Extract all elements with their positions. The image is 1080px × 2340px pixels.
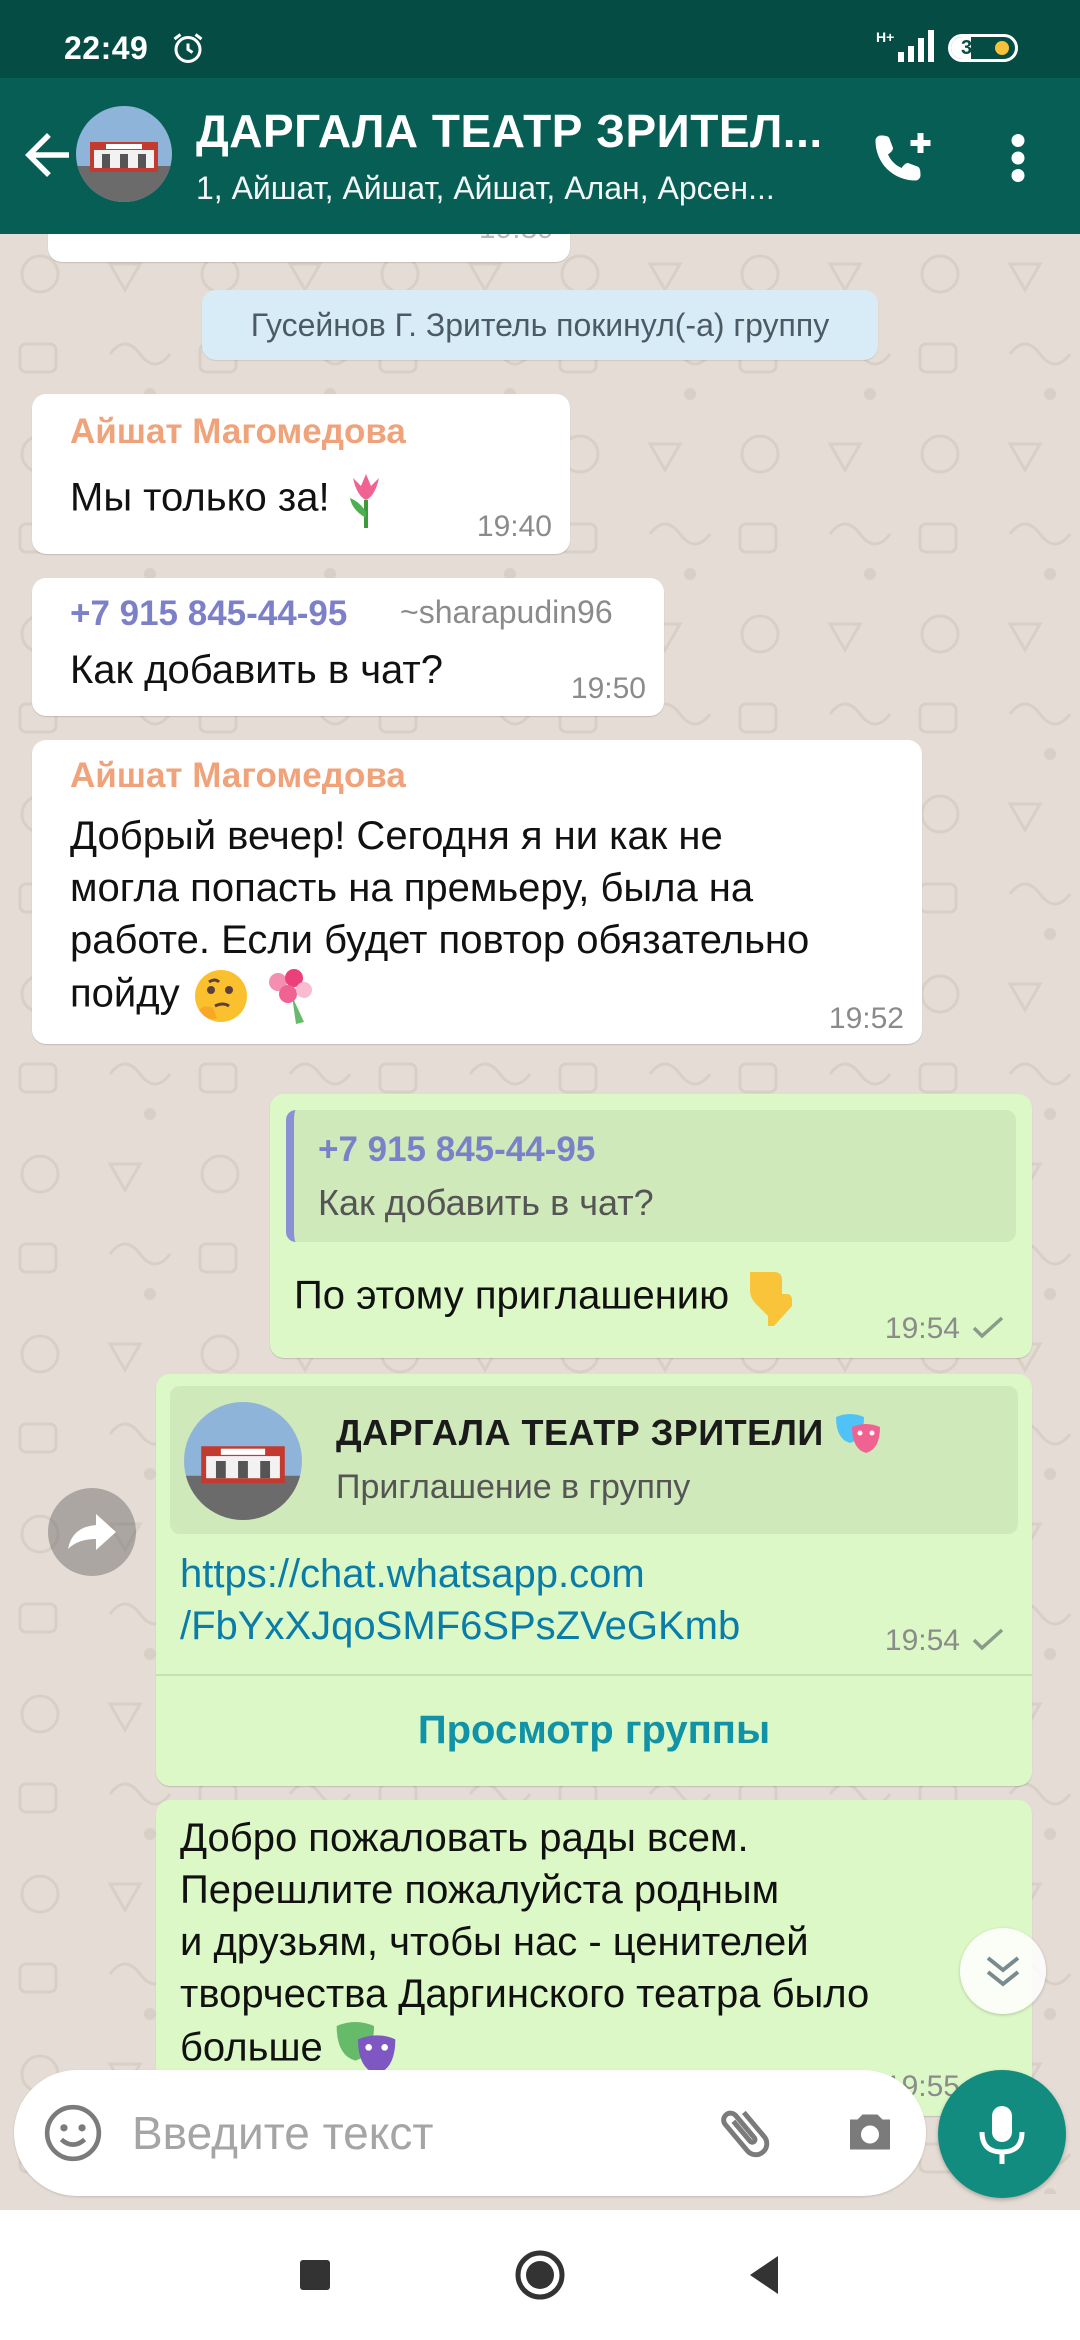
message-time: 19:40 — [476, 510, 552, 543]
status-bar: 22:49 H+ 32 — [0, 0, 1080, 78]
message-text: Мы только за! — [70, 475, 330, 520]
pointing-down-icon — [750, 1272, 793, 1326]
message-time: 19:39 — [479, 234, 554, 246]
message-sender[interactable]: Айшат Магомедова — [70, 756, 406, 796]
arrow-back-icon[interactable] — [14, 122, 80, 188]
group-title[interactable]: ДАРГАЛА ТЕАТР ЗРИТЕЛ... — [196, 104, 836, 158]
message-line: творчества Даргинского театра было — [180, 1972, 870, 2016]
forward-button[interactable] — [48, 1488, 136, 1576]
system-message: Гусейнов Г. Зритель покинул(-а) группу — [202, 290, 878, 360]
message-line: больше — [180, 2025, 323, 2070]
theater-masks-icon — [836, 1414, 881, 1454]
invite-group-avatar — [184, 1402, 302, 1520]
message-sender[interactable]: Айшат Магомедова — [70, 412, 406, 452]
message-line: и друзьям, чтобы нас - ценителей — [180, 1920, 809, 1964]
thinking-face-icon — [194, 970, 247, 1022]
signal-icon — [898, 30, 934, 62]
battery-icon: 32 — [948, 34, 1018, 62]
recents-icon[interactable] — [278, 2238, 352, 2312]
message-time: 19:54 — [884, 1624, 960, 1657]
quoted-message[interactable]: +7 915 845-44-95 Как добавить в чат? — [286, 1110, 1016, 1242]
invite-link-line[interactable]: https://chat.whatsapp.com — [180, 1548, 740, 1600]
message-time: 19:54 — [884, 1312, 960, 1345]
message-bubble-previous[interactable]: 19:39 — [48, 234, 570, 262]
message-time: 19:50 — [570, 672, 646, 705]
double-chevron-down-icon — [986, 1956, 1020, 1987]
invite-link[interactable]: https://chat.whatsapp.com /FbYxXJqoSMF6S… — [180, 1548, 740, 1652]
group-invite-card[interactable]: ДАРГАЛА ТЕАТР ЗРИТЕЛИ Приглашение в груп… — [170, 1386, 1018, 1534]
message-line: Добро пожаловать рады всем. — [180, 1816, 749, 1860]
invite-group-name-text: ДАРГАЛА ТЕАТР ЗРИТЕЛИ — [336, 1412, 824, 1453]
message-list[interactable]: 19:39 Гусейнов Г. Зритель покинул(-а) гр… — [0, 234, 1080, 2194]
camera-icon[interactable] — [840, 2102, 900, 2162]
invite-message[interactable]: ДАРГАЛА ТЕАТР ЗРИТЕЛИ Приглашение в груп… — [156, 1374, 1032, 1786]
message-time: 19:52 — [828, 1002, 904, 1035]
message-line: работе. Если будет повтор обязательно — [70, 918, 810, 962]
message-line: Перешлите пожалуйста родным — [180, 1868, 780, 1912]
invite-group-name: ДАРГАЛА ТЕАТР ЗРИТЕЛИ — [336, 1412, 882, 1457]
system-nav-bar — [0, 2210, 1080, 2340]
group-avatar[interactable] — [76, 106, 172, 202]
alarm-icon — [173, 33, 203, 63]
message-bubble-incoming[interactable]: +7 915 845-44-95 ~sharapudin96 Как добав… — [32, 578, 664, 716]
message-bubble-incoming[interactable]: Айшат Магомедова Мы только за! 19:40 — [32, 394, 570, 554]
sent-check-icon — [972, 1316, 1004, 1339]
battery-level: 32 — [961, 37, 984, 59]
tulip-emoji-icon — [349, 474, 379, 528]
message-sender[interactable]: +7 915 845-44-95 — [70, 594, 347, 634]
attach-icon[interactable] — [712, 2100, 778, 2166]
message-line: пойду — [70, 971, 180, 1016]
message-field[interactable] — [14, 2070, 926, 2196]
emoji-icon[interactable] — [42, 2102, 104, 2164]
voice-record-button[interactable] — [938, 2070, 1066, 2198]
status-time: 22:49 — [64, 30, 149, 66]
composer — [0, 2070, 1080, 2200]
message-input[interactable] — [132, 2092, 692, 2174]
quoted-text: Как добавить в чат? — [318, 1182, 654, 1223]
message-line: Добрый вечер! Сегодня я ни как не — [70, 814, 723, 858]
view-group-button[interactable]: Просмотр группы — [156, 1676, 1032, 1784]
message-text: Как добавить в чат? — [70, 648, 443, 692]
sent-check-icon — [972, 1628, 1004, 1651]
invite-subtitle: Приглашение в группу — [336, 1468, 691, 1506]
bouquet-icon — [268, 969, 312, 1024]
forward-icon — [68, 1514, 116, 1550]
group-members[interactable]: 1, Айшат, Айшат, Айшат, Алан, Арсен... — [196, 170, 836, 207]
back-nav-icon[interactable] — [728, 2238, 802, 2312]
more-vert-icon[interactable] — [1000, 128, 1036, 188]
message-text: По этому приглашению — [294, 1273, 730, 1318]
mic-icon — [979, 2106, 1025, 2164]
home-icon[interactable] — [503, 2238, 577, 2312]
add-call-icon[interactable] — [868, 128, 938, 188]
quoted-sender: +7 915 845-44-95 — [318, 1130, 596, 1169]
message-bubble-incoming[interactable]: Айшат Магомедова Добрый вечер! Сегодня я… — [32, 740, 922, 1044]
message-bubble-outgoing[interactable]: +7 915 845-44-95 Как добавить в чат? По … — [270, 1094, 1032, 1358]
sender-alias: ~sharapudin96 — [400, 594, 613, 630]
network-type: H+ — [876, 29, 895, 45]
scroll-to-bottom-button[interactable] — [960, 1928, 1046, 2014]
message-bubble-outgoing[interactable]: Добро пожаловать рады всем. Перешлите по… — [156, 1800, 1032, 2116]
chat-header: ДАРГАЛА ТЕАТР ЗРИТЕЛ... 1, Айшат, Айшат,… — [0, 78, 1080, 234]
message-line: могла попасть на премьеру, была на — [70, 866, 754, 910]
invite-link-line[interactable]: /FbYxXJqoSMF6SPsZVeGKmb — [180, 1600, 740, 1652]
